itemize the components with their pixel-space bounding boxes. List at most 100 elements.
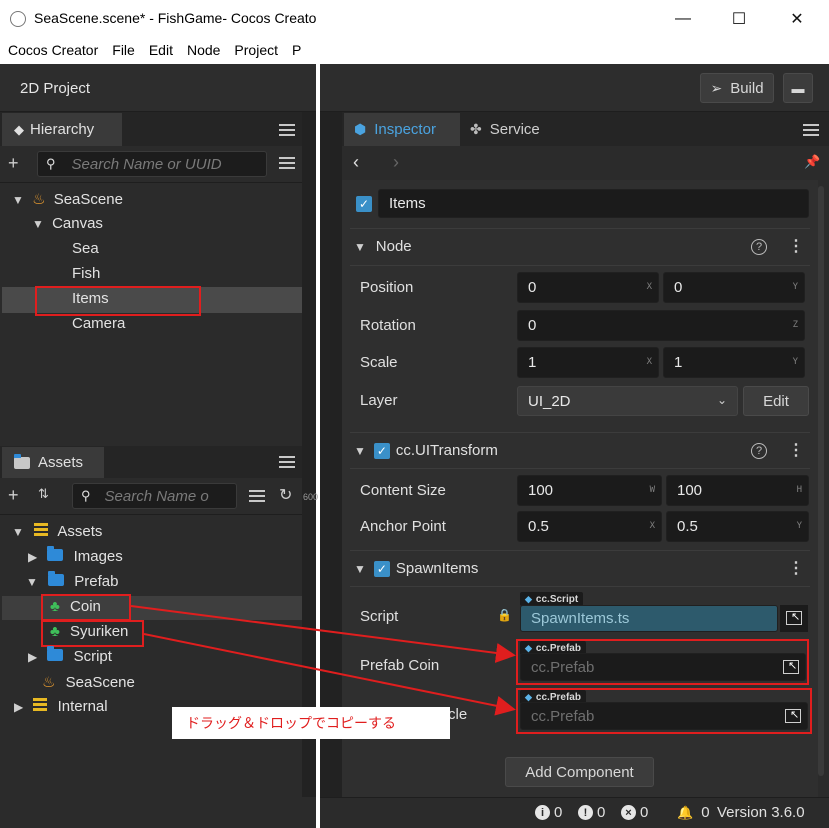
more-vert-icon[interactable]: ⋮ [788,440,804,460]
prefab-coin-field[interactable]: cc.Prefab [520,653,806,681]
maximize-button[interactable]: ☐ [710,0,768,38]
value: cc.Prefab [531,707,595,725]
asset-row-seascene[interactable]: ♨ SeaScene [42,673,135,691]
layer-select[interactable]: UI_2D ⌄ [517,386,738,416]
forward-arrow-icon[interactable]: › [393,152,399,173]
rotation-z-input[interactable]: 0Z [517,310,805,341]
asset-row-images[interactable]: ▶ Images [28,546,123,565]
tree-row-items[interactable]: Items [72,290,109,307]
anchor-y-input[interactable]: 0.5 Y [666,511,809,542]
menu-node[interactable]: Node [179,38,226,58]
tab-assets[interactable]: Assets [2,447,104,478]
asset-label: Internal [57,698,108,715]
value: UI_2D [528,392,571,410]
close-button[interactable]: ✕ [768,0,826,38]
position-y-input[interactable]: 0Y [663,272,805,303]
menu-file[interactable]: File [104,38,141,58]
node-name-input[interactable]: Items [378,189,809,218]
tree-row-seascene[interactable]: ▼ ♨ SeaScene [12,190,123,208]
more-vert-icon[interactable]: ⋮ [788,236,804,256]
asset-row-internal[interactable]: ▶ Internal [14,698,108,715]
axis-x: X [646,282,652,292]
asset-row-script[interactable]: ▶ Script [28,646,112,665]
status-info[interactable]: i0 [535,804,562,821]
content-size-h-input[interactable]: 100 H [666,475,809,506]
refresh-icon[interactable]: ↻ [279,485,292,505]
content-size-w-input[interactable]: 100 W [517,475,662,506]
tab-inspector[interactable]: ⬢ Inspector [344,113,460,146]
hierarchy-menu-icon[interactable] [279,124,295,136]
scale-label: Scale [360,354,398,371]
uitransform-section-toggle[interactable]: ▼ ✓ cc.UITransform [354,442,498,459]
script-pick-button[interactable] [780,605,808,632]
tab-hierarchy[interactable]: ◆ Hierarchy [2,113,122,146]
divider [350,468,810,469]
node-section-toggle[interactable]: ▼ Node [354,238,412,255]
axis-h: H [796,485,802,495]
tree-row-camera[interactable]: Camera [72,315,125,332]
window-title: SeaScene.scene* - FishGame- Cocos Creato… [34,10,316,26]
asset-row-syuriken[interactable]: ♣ Syuriken [50,623,128,640]
status-notifications[interactable]: 🔔 0 [677,804,710,821]
help-icon[interactable]: ? [751,239,767,255]
inspector-menu-icon[interactable] [803,124,819,136]
tree-row-canvas[interactable]: ▼ Canvas [32,215,103,232]
position-x-input[interactable]: 0X [517,272,659,303]
assets-search-input[interactable]: ⚲ Search Name o [72,483,237,509]
tree-row-sea[interactable]: Sea [72,240,99,257]
help-icon[interactable]: ? [751,443,767,459]
chevron-down-icon: ▼ [354,443,366,458]
scale-x-input[interactable]: 1X [517,347,659,378]
more-vert-icon[interactable]: ⋮ [788,558,804,578]
open-folder-button[interactable]: ▬ [783,73,813,103]
divider [350,432,810,433]
spawnitems-section-toggle[interactable]: ▼ ✓ SpawnItems [354,560,478,577]
menu-project[interactable]: Project [226,38,284,58]
uitransform-enabled-checkbox[interactable]: ✓ [373,442,390,459]
status-warnings[interactable]: ! 0 [578,804,605,821]
chevron-right-icon: ▶ [28,550,38,564]
minimize-button[interactable]: — [654,0,712,38]
chevron-down-icon: ▼ [12,525,24,539]
prefab-icon: ♣ [50,598,60,615]
scene-view-strip [302,112,316,797]
anchor-x-input[interactable]: 0.5 X [517,511,662,542]
hierarchy-search-input[interactable]: ⚲ Search Name or UUID [37,151,267,177]
divider [0,182,302,183]
menu-cocos-creator[interactable]: Cocos Creator [0,38,104,58]
asset-row-assets[interactable]: ▼ Assets [12,523,102,540]
diamond-icon: ◆ [525,642,532,653]
pick-target-icon[interactable] [783,659,799,674]
back-arrow-icon[interactable]: ‹ [353,152,359,173]
pin-icon[interactable]: 📌 [804,154,820,170]
menu-edit[interactable]: Edit [141,38,179,58]
assets-list-view-icon[interactable] [249,490,265,502]
tree-row-fish[interactable]: Fish [72,265,100,282]
title-bar: SeaScene.scene* - FishGame- Cocos Creato… [0,0,829,38]
pick-target-icon[interactable] [785,708,801,723]
hierarchy-list-view-icon[interactable] [279,157,295,169]
spawnitems-title: SpawnItems [395,560,479,577]
add-component-button[interactable]: Add Component [505,757,654,787]
status-errors[interactable]: × 0 [621,804,648,821]
script-asset-field[interactable]: SpawnItems.ts [520,605,778,632]
asset-row-coin[interactable]: ♣ Coin [50,598,101,615]
spawnitems-enabled-checkbox[interactable]: ✓ [373,560,390,577]
add-node-icon[interactable]: + [8,153,19,174]
inspector-scrollbar[interactable] [818,186,824,776]
asset-label: SeaScene [65,674,135,691]
rotation-label: Rotation [360,317,416,334]
assets-menu-icon[interactable] [279,456,295,468]
prefab-obstacle-field[interactable]: cc.Prefab [520,702,808,730]
build-button[interactable]: ➢ Build [700,73,774,103]
sort-icon[interactable]: ⇅ [38,486,49,502]
add-asset-icon[interactable]: + [8,485,19,506]
folder-open-icon: ▬ [791,80,805,96]
layer-edit-button[interactable]: Edit [743,386,809,416]
tab-service[interactable]: ✤ Service [470,113,570,146]
asset-row-prefab[interactable]: ▼ Prefab [26,571,118,590]
node-active-checkbox[interactable]: ✓ [356,196,372,212]
folder-icon [47,646,64,661]
menu-panel[interactable]: P [284,38,307,58]
scale-y-input[interactable]: 1Y [663,347,805,378]
